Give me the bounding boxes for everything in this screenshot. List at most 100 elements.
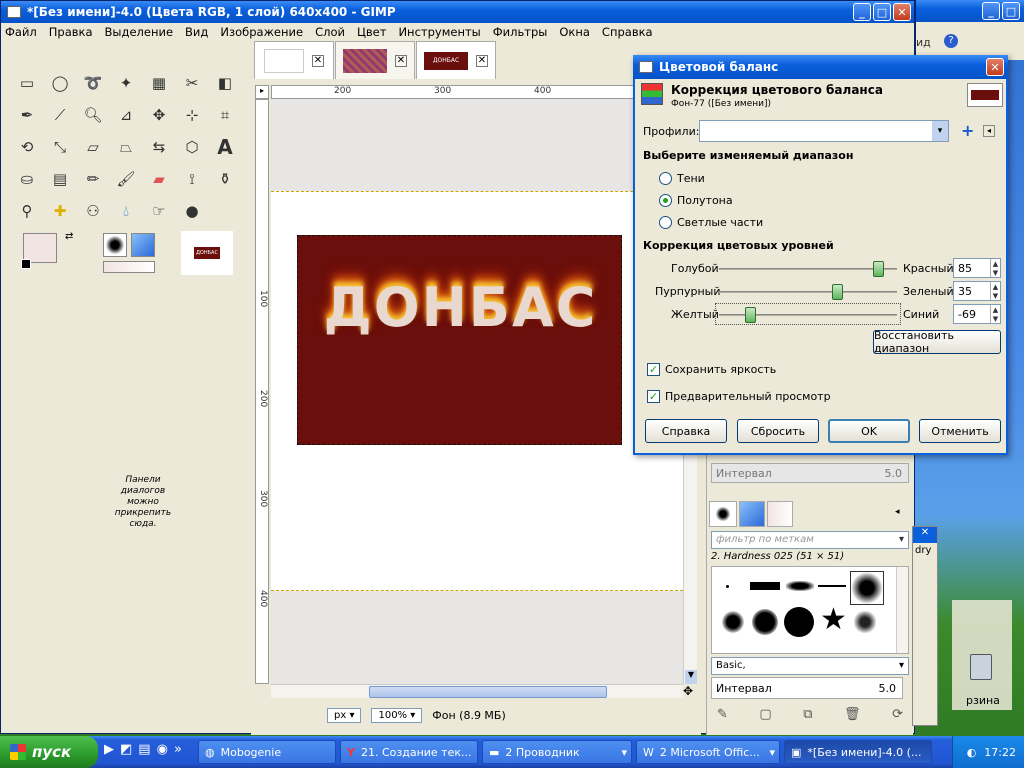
- dialog-titlebar[interactable]: Цветовой баланс ✕: [633, 55, 1008, 79]
- brush-filter-input[interactable]: фильтр по меткам ▾: [711, 531, 909, 549]
- interval-slider[interactable]: Интервал 5.0: [711, 677, 903, 699]
- help-button[interactable]: Справка: [645, 419, 727, 443]
- navigate-icon[interactable]: ✥: [683, 684, 693, 698]
- default-colors-icon[interactable]: [21, 259, 31, 269]
- recycle-bin-label[interactable]: рзина: [966, 694, 1000, 707]
- chevron-right-icon[interactable]: »: [174, 742, 182, 757]
- logo-layer[interactable]: ДОНБАС: [297, 235, 622, 445]
- preserve-luminosity-checkbox[interactable]: ✓: [647, 363, 660, 376]
- ink-icon[interactable]: ⚱: [213, 167, 237, 191]
- tab-patterns[interactable]: [739, 501, 765, 527]
- close-icon[interactable]: ✕: [395, 54, 407, 67]
- heal-icon[interactable]: ✚: [48, 199, 72, 223]
- blend-icon[interactable]: ▤: [48, 167, 72, 191]
- start-button[interactable]: пуск: [0, 736, 98, 768]
- media-player-icon[interactable]: ▶: [104, 742, 114, 757]
- brush-set-select[interactable]: Basic, ▾: [711, 657, 909, 675]
- maximize-icon[interactable]: □: [1002, 2, 1020, 20]
- blur-icon[interactable]: 💧︎: [114, 199, 138, 223]
- slider-thumb[interactable]: [831, 284, 843, 300]
- radio-highlights[interactable]: [659, 216, 672, 229]
- rect-select-icon[interactable]: ▭: [15, 71, 39, 95]
- menu-view[interactable]: Вид: [185, 25, 208, 39]
- pattern-preview[interactable]: [131, 233, 155, 257]
- unit-select[interactable]: px ▾: [327, 707, 362, 723]
- smudge-icon[interactable]: ☞: [147, 199, 171, 223]
- brush-grid[interactable]: ★: [711, 566, 909, 654]
- radio-highlights-label[interactable]: Светлые части: [677, 216, 763, 229]
- menu-select[interactable]: Выделение: [105, 25, 174, 39]
- spin-arrows[interactable]: ▲ ▼: [990, 305, 1000, 323]
- tray-network-icon[interactable]: ◐: [967, 746, 977, 759]
- reset-button[interactable]: Сбросить: [737, 419, 819, 443]
- preview-label[interactable]: Предварительный просмотр: [665, 390, 831, 403]
- flip-icon[interactable]: ⇆: [147, 135, 171, 159]
- menu-edit[interactable]: Правка: [49, 25, 93, 39]
- help-icon[interactable]: ?: [944, 34, 958, 48]
- menu-layer[interactable]: Слой: [315, 25, 345, 39]
- task-mobogenie[interactable]: ◍ Mobogenie: [198, 740, 336, 764]
- spin-arrows[interactable]: ▲ ▼: [990, 259, 1000, 277]
- brush-item[interactable]: [818, 585, 846, 587]
- brush-item[interactable]: [786, 581, 814, 591]
- close-icon[interactable]: ✕: [913, 527, 937, 543]
- color-picker-icon[interactable]: ⟋: [48, 103, 72, 127]
- crop-icon[interactable]: ⌗: [213, 103, 237, 127]
- brush-preview[interactable]: [103, 233, 127, 257]
- shear-icon[interactable]: ▱: [81, 135, 105, 159]
- slider-yellow-blue[interactable]: [719, 307, 897, 323]
- maximize-button[interactable]: □: [873, 3, 891, 21]
- delete-brush-icon[interactable]: 🗑︎: [844, 707, 861, 722]
- cancel-button[interactable]: Отменить: [919, 419, 1001, 443]
- gimp-titlebar[interactable]: *[Без имени]-4.0 (Цвета RGB, 1 слой) 640…: [1, 1, 914, 23]
- eraser-icon[interactable]: ▰: [147, 167, 171, 191]
- measure-icon[interactable]: ⊿: [114, 103, 138, 127]
- cage-icon[interactable]: ⬡: [180, 135, 204, 159]
- brush-item-selected[interactable]: [850, 571, 884, 605]
- yellow-blue-spin[interactable]: -69 ▲ ▼: [953, 304, 1001, 324]
- radio-shadows[interactable]: [659, 172, 672, 185]
- dodge-burn-icon[interactable]: ●: [180, 199, 204, 223]
- add-profile-icon[interactable]: +: [961, 121, 974, 140]
- chevron-down-icon[interactable]: ▾: [932, 121, 948, 141]
- reset-range-button[interactable]: Восстановить диапазон: [873, 329, 1001, 355]
- active-image-preview[interactable]: ДОНБАС: [181, 231, 233, 275]
- spin-arrows[interactable]: ▲ ▼: [990, 282, 1000, 300]
- radio-midtones-label[interactable]: Полутона: [677, 194, 733, 207]
- pencil-icon[interactable]: ✏: [81, 167, 105, 191]
- radio-shadows-label[interactable]: Тени: [677, 172, 705, 185]
- task-explorer[interactable]: ▬ 2 Проводник ▾: [482, 740, 632, 764]
- clone-icon[interactable]: ⚲: [15, 199, 39, 223]
- menu-help[interactable]: Справка: [602, 25, 653, 39]
- align-icon[interactable]: ⊹: [180, 103, 204, 127]
- foreground-select-icon[interactable]: ◧: [213, 71, 237, 95]
- edit-brush-icon[interactable]: ✎: [717, 707, 728, 722]
- profiles-select[interactable]: ▾: [699, 120, 949, 142]
- menu-image[interactable]: Изображение: [220, 25, 303, 39]
- perspective-clone-icon[interactable]: ⚇: [81, 199, 105, 223]
- star-brush-icon[interactable]: ★: [820, 605, 847, 635]
- magenta-green-spin[interactable]: 35 ▲ ▼: [953, 281, 1001, 301]
- task-office[interactable]: W 2 Microsoft Offic... ▾: [636, 740, 780, 764]
- move-icon[interactable]: ✥: [147, 103, 171, 127]
- perspective-icon[interactable]: ⏢: [114, 135, 138, 159]
- brush-item[interactable]: [784, 607, 814, 637]
- menu-color[interactable]: Цвет: [357, 25, 386, 39]
- rotate-icon[interactable]: ⟲: [15, 135, 39, 159]
- swap-colors-icon[interactable]: ⇄: [65, 231, 73, 242]
- cyan-red-spin[interactable]: 85 ▲ ▼: [953, 258, 1001, 278]
- preview-checkbox[interactable]: ✓: [647, 390, 660, 403]
- tab-brushes[interactable]: [709, 501, 737, 527]
- minimize-icon[interactable]: _: [982, 2, 1000, 20]
- select-by-color-icon[interactable]: ▦: [147, 71, 171, 95]
- ok-button[interactable]: OK: [828, 419, 910, 443]
- clock[interactable]: 17:22: [984, 746, 1016, 759]
- close-icon[interactable]: ✕: [312, 54, 324, 67]
- interval-slider-top[interactable]: Интервал 5.0: [711, 463, 909, 483]
- magic-wand-icon[interactable]: ✦: [114, 71, 138, 95]
- brush-item[interactable]: [726, 585, 729, 588]
- brush-item[interactable]: [854, 611, 876, 633]
- scroll-down-icon[interactable]: ▼: [685, 670, 697, 684]
- paintbrush-icon[interactable]: 🖌︎: [114, 167, 138, 191]
- radio-midtones[interactable]: [659, 194, 672, 207]
